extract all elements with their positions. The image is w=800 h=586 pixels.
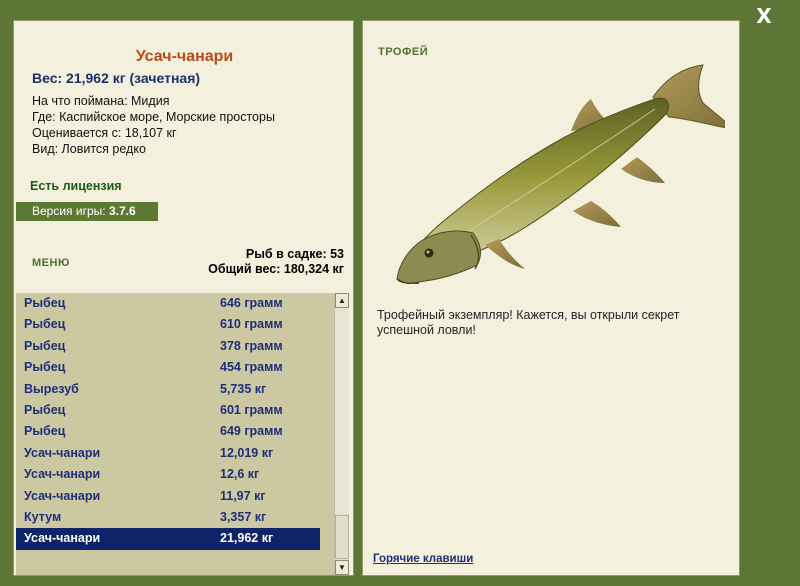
catch-name: Рыбец — [24, 338, 66, 353]
game-version: Версия игры: 3.7.6 — [16, 202, 158, 221]
catch-row[interactable]: Усач-чанари 12,019 кг — [16, 443, 334, 464]
catch-row[interactable]: Рыбец 454 грамм — [16, 357, 334, 378]
fish-bait: На что поймана: Мидия — [32, 94, 170, 108]
catch-name: Усач-чанари — [24, 445, 101, 460]
catch-weight: 11,97 кг — [220, 488, 266, 503]
catch-row[interactable]: Вырезуб 5,735 кг — [16, 379, 334, 400]
trophy-panel: ТРОФЕЙ Трофейный экземпляр! Кажется, вы … — [362, 20, 740, 576]
catch-weight: 5,735 кг — [220, 381, 267, 396]
fish-weight: Вес: 21,962 кг (зачетная) — [32, 70, 201, 86]
catch-row[interactable]: Рыбец 646 грамм — [16, 293, 334, 314]
catch-name: Усач-чанари — [24, 531, 101, 546]
fish-info-panel: Усач-чанари Вес: 21,962 кг (зачетная) На… — [13, 20, 354, 576]
catch-row[interactable]: Рыбец 649 грамм — [16, 421, 334, 442]
catch-name: Рыбец — [24, 317, 66, 332]
fish-count: Рыб в садке: 53 — [245, 247, 344, 261]
catch-weight: 649 грамм — [220, 424, 283, 439]
catch-weight: 3,357 кг — [220, 509, 267, 524]
scroll-down-button[interactable]: ▼ — [335, 560, 349, 575]
catch-row[interactable]: Кутум 3,357 кг — [16, 507, 334, 528]
fish-rarity: Вид: Ловится редко — [32, 142, 146, 156]
catch-weight: 12,6 кг — [220, 467, 260, 482]
catch-name: Рыбец — [24, 360, 66, 375]
catch-name: Рыбец — [24, 296, 66, 310]
catch-name: Усач-чанари — [24, 467, 101, 482]
catch-list[interactable]: Рыбец 646 грамм Рыбец 610 грамм Рыбец 378 гра… — [16, 293, 334, 575]
catch-weight: 601 грамм — [220, 402, 283, 417]
fish-valued-from: Оценивается с: 18,107 кг — [32, 126, 177, 140]
catch-row[interactable]: Рыбец 610 грамм — [16, 314, 334, 335]
close-button[interactable]: X — [752, 4, 776, 28]
catch-name: Усач-чанари — [24, 488, 101, 503]
catch-row[interactable]: Усач-чанари 12,6 кг — [16, 464, 334, 485]
scroll-thumb[interactable] — [335, 515, 349, 559]
fish-location: Где: Каспийское море, Морские просторы — [32, 110, 275, 124]
fish-name: Усач-чанари — [135, 48, 234, 65]
scroll-up-button[interactable]: ▲ — [335, 293, 349, 308]
catch-weight: 454 грамм — [220, 360, 283, 375]
catch-row[interactable]: Усач-чанари 11,97 кг — [16, 486, 334, 507]
catch-row[interactable]: Рыбец 601 грамм — [16, 400, 334, 421]
catch-weight: 378 грамм — [220, 338, 283, 353]
version-label: Версия игры: — [32, 204, 109, 218]
menu-button[interactable]: МЕНЮ — [32, 257, 70, 269]
catch-list-scrollbar[interactable]: ▲ ▼ — [334, 293, 349, 575]
license-status: Есть лицензия — [30, 179, 122, 193]
trophy-message: Трофейный экземпляр! Кажется, вы открыли… — [377, 308, 680, 337]
fish-image — [396, 64, 725, 284]
version-number: 3.7.6 — [108, 204, 136, 218]
catch-row[interactable]: Рыбец 378 грамм — [16, 336, 334, 357]
catch-row-selected[interactable]: Усач-чанари 21,962 кг — [16, 528, 320, 550]
catch-weight: 12,019 кг — [220, 445, 274, 460]
hotkeys-link[interactable]: Горячие клавиши — [373, 553, 473, 565]
total-weight: Общий вес: 180,324 кг — [208, 262, 344, 276]
catch-name: Рыбец — [24, 402, 66, 417]
catch-name: Вырезуб — [24, 381, 79, 396]
catch-weight: 610 грамм — [220, 317, 283, 332]
catch-weight: 646 грамм — [220, 296, 283, 310]
trophy-label: ТРОФЕЙ — [378, 46, 429, 58]
catch-name: Рыбец — [24, 424, 66, 439]
catch-name: Кутум — [24, 509, 62, 524]
catch-weight: 21,962 кг — [220, 531, 274, 546]
